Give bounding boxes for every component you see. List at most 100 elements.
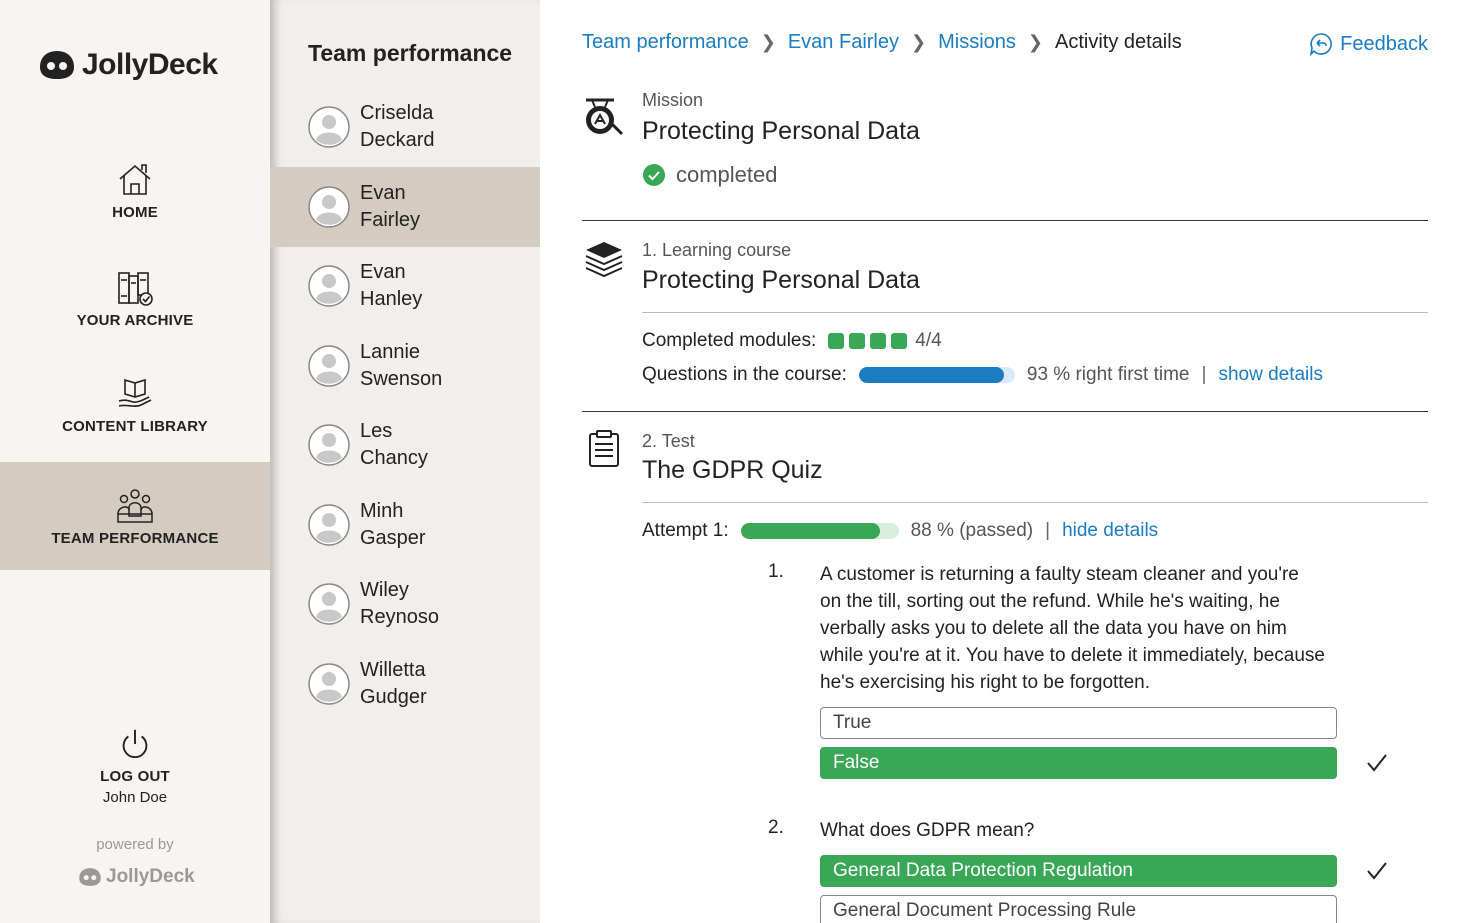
feedback-button[interactable]: Feedback bbox=[1308, 31, 1428, 57]
mission-status-text: completed bbox=[676, 162, 778, 187]
separator: | bbox=[1201, 364, 1207, 385]
main-sidebar: JollyDeck HOME YOUR ARCHIVE CONTENT LIBR… bbox=[0, 0, 270, 923]
module-indicator bbox=[828, 333, 845, 349]
app-logo[interactable]: JollyDeck bbox=[38, 48, 218, 82]
nav-home[interactable]: HOME bbox=[0, 160, 270, 226]
feedback-label: Feedback bbox=[1340, 32, 1428, 55]
member-name: Evan Fairley bbox=[360, 180, 420, 234]
member-item[interactable]: Criselda Deckard bbox=[270, 87, 540, 167]
nav-your-archive[interactable]: YOUR ARCHIVE bbox=[0, 268, 270, 334]
course-progress-bar bbox=[858, 367, 1015, 383]
member-name: Minh Gasper bbox=[360, 498, 426, 552]
team-members-panel: Team performance Criselda Deckard Evan Fair… bbox=[270, 0, 540, 923]
member-first-name: Wiley bbox=[360, 579, 409, 601]
attempt-progress-bar bbox=[740, 523, 899, 539]
powered-by-text: powered by bbox=[96, 836, 174, 853]
nav-home-label: HOME bbox=[112, 204, 158, 221]
chevron-right-icon: ❯ bbox=[911, 32, 927, 52]
module-indicators bbox=[828, 333, 908, 349]
member-first-name: Evan bbox=[360, 181, 406, 204]
course-kind: 1. Learning course bbox=[642, 240, 792, 260]
answer-option-false: False bbox=[820, 747, 1337, 779]
check-circle-icon bbox=[643, 164, 665, 186]
nav-team-label: TEAM PERFORMANCE bbox=[51, 529, 219, 547]
breadcrumb-missions[interactable]: Missions bbox=[938, 31, 1016, 54]
member-name: Les Chancy bbox=[360, 418, 428, 472]
member-item[interactable]: Wiley Reynoso bbox=[270, 564, 540, 644]
module-indicator bbox=[870, 333, 887, 349]
modules-count: 4/4 bbox=[915, 330, 942, 351]
module-indicator bbox=[891, 333, 908, 349]
test-title: The GDPR Quiz bbox=[642, 456, 823, 484]
member-item[interactable]: Evan Fairley bbox=[270, 166, 540, 247]
member-last-name: Fairley bbox=[360, 208, 421, 231]
team-icon bbox=[117, 488, 153, 523]
completed-modules-row: Completed modules: 4/4 bbox=[642, 330, 942, 352]
avatar-icon bbox=[308, 265, 350, 307]
questions-result: 93 % right first time bbox=[1026, 364, 1190, 385]
nav-archive-label: YOUR ARCHIVE bbox=[76, 312, 194, 329]
avatar-icon bbox=[308, 662, 350, 705]
nav-content-library[interactable]: CONTENT LIBRARY bbox=[0, 374, 270, 440]
member-item[interactable]: Les Chancy bbox=[270, 405, 540, 485]
question-text: What does GDPR mean? bbox=[820, 820, 1035, 841]
quiz-question-1: 1. A customer is returning a faulty stea… bbox=[768, 561, 1387, 779]
member-name: Evan Hanley bbox=[360, 259, 422, 313]
member-first-name: Minh bbox=[360, 499, 404, 522]
chevron-right-icon: ❯ bbox=[1027, 32, 1043, 52]
member-item[interactable]: Evan Hanley bbox=[270, 246, 540, 326]
attempt-row: Attempt 1: 88 % (passed) | hide details bbox=[642, 520, 1158, 542]
avatar-icon bbox=[308, 583, 350, 625]
mission-kind: Mission bbox=[642, 90, 704, 110]
breadcrumb-team-performance[interactable]: Team performance bbox=[582, 31, 749, 54]
logout-button[interactable]: LOG OUT John Doe bbox=[0, 726, 270, 806]
question-number: 2. bbox=[768, 817, 784, 838]
member-name: Criselda Deckard bbox=[360, 100, 434, 154]
clipboard-icon bbox=[589, 430, 619, 467]
attempt-label: Attempt 1: bbox=[642, 520, 729, 541]
member-last-name: Chancy bbox=[360, 447, 428, 469]
avatar-icon bbox=[308, 424, 350, 466]
member-first-name: Willetta bbox=[360, 658, 426, 681]
show-details-link[interactable]: show details bbox=[1218, 364, 1323, 386]
member-item[interactable]: Lannie Swenson bbox=[270, 326, 540, 406]
avatar-icon bbox=[308, 503, 350, 546]
power-icon bbox=[122, 729, 148, 758]
chevron-right-icon: ❯ bbox=[760, 32, 776, 52]
course-questions-row: Questions in the course: 93 % right firs… bbox=[642, 364, 1323, 386]
answer-option-document-rule: General Document Processing Rule bbox=[820, 895, 1337, 923]
member-first-name: Les bbox=[360, 420, 393, 442]
member-name: Willetta Gudger bbox=[360, 657, 427, 711]
logo-mark-icon bbox=[40, 51, 74, 79]
stack-icon bbox=[585, 242, 623, 278]
member-last-name: Swenson bbox=[360, 367, 443, 390]
answer-option-true: True bbox=[820, 707, 1337, 739]
breadcrumb: Team performance ❯ Evan Fairley ❯ Missio… bbox=[582, 31, 1182, 54]
hide-details-link[interactable]: hide details bbox=[1062, 520, 1158, 542]
member-last-name: Gudger bbox=[360, 685, 427, 708]
archive-icon bbox=[118, 272, 153, 306]
question-number: 1. bbox=[768, 561, 784, 582]
members-panel-title: Team performance bbox=[308, 40, 513, 66]
section-divider bbox=[582, 411, 1428, 412]
avatar-icon bbox=[308, 344, 350, 387]
questions-label: Questions in the course: bbox=[642, 364, 847, 385]
member-item[interactable]: Minh Gasper bbox=[270, 485, 540, 565]
attempt-progress-fill bbox=[740, 523, 880, 539]
section-divider bbox=[582, 220, 1428, 221]
course-title: Protecting Personal Data bbox=[642, 266, 920, 294]
quiz-question-2: 2. What does GDPR mean? General Data Pro… bbox=[768, 817, 1387, 923]
member-last-name: Deckard bbox=[360, 129, 435, 151]
mission-status: completed bbox=[642, 162, 778, 188]
member-item[interactable]: Willetta Gudger bbox=[270, 644, 540, 724]
powered-logo-text: JollyDeck bbox=[106, 866, 195, 887]
current-user-name: John Doe bbox=[102, 789, 168, 806]
checkmark-icon bbox=[1367, 862, 1387, 880]
question-text: A customer is returning a faulty steam c… bbox=[820, 564, 1325, 693]
gong-icon bbox=[586, 98, 624, 136]
member-name: Wiley Reynoso bbox=[360, 577, 439, 631]
breadcrumb-member[interactable]: Evan Fairley bbox=[788, 31, 899, 54]
powered-by-logo: JollyDeck bbox=[78, 866, 195, 888]
nav-team-performance[interactable]: TEAM PERFORMANCE bbox=[0, 462, 270, 570]
mission-title: Protecting Personal Data bbox=[642, 117, 920, 145]
